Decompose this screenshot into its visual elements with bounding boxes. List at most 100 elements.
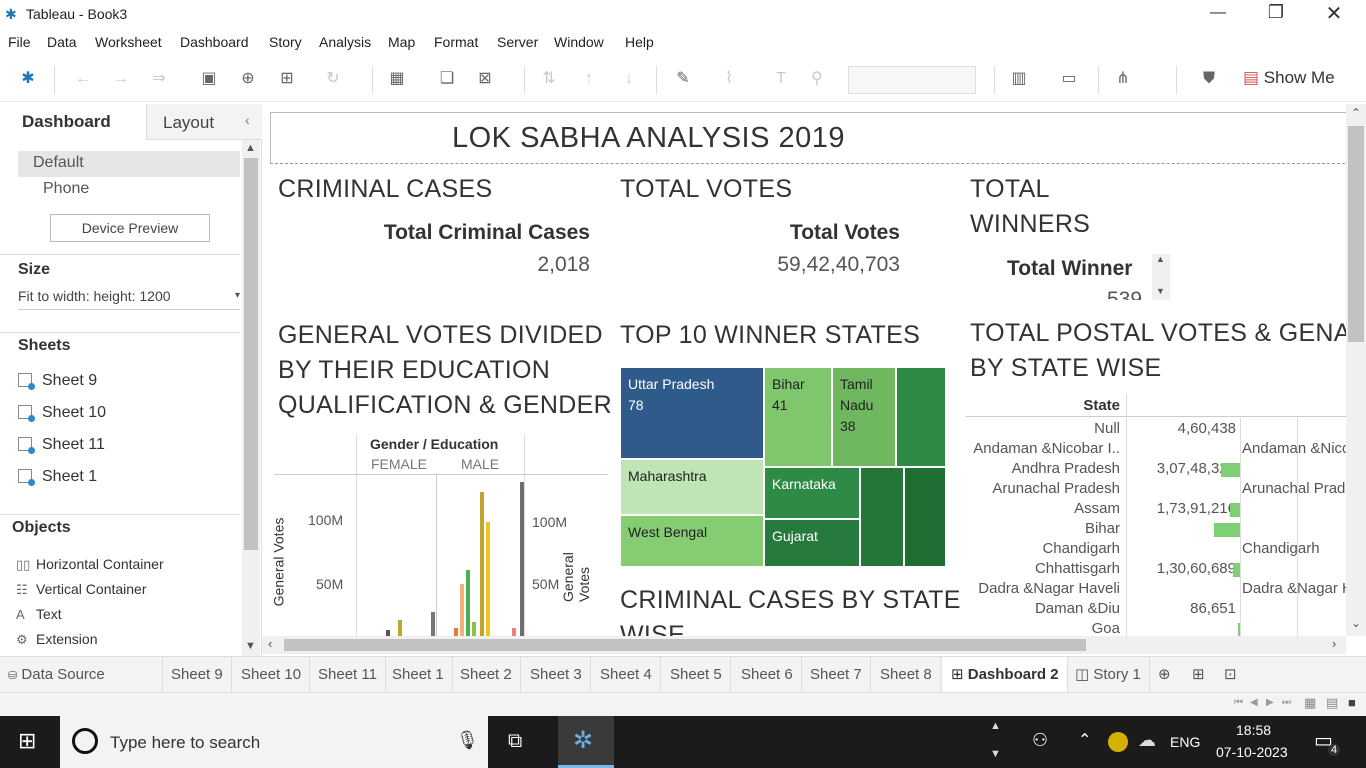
scroll-down-icon[interactable]: ▼ <box>245 640 256 652</box>
postal-bar[interactable] <box>1221 463 1240 477</box>
tab-sheet-5[interactable]: Sheet 5 <box>662 657 731 693</box>
table-row[interactable]: Null 4,60,438 <box>966 420 1346 440</box>
scroll-down-icon[interactable]: ▼ <box>1156 286 1165 296</box>
bar[interactable] <box>454 628 458 636</box>
scroll-up-icon[interactable]: ▲ <box>1156 254 1165 264</box>
menu-server[interactable]: Server <box>497 34 538 50</box>
treemap-cell[interactable] <box>896 367 946 467</box>
clock-date[interactable]: 07-10-2023 <box>1216 744 1288 760</box>
scroll-down-icon[interactable]: ⌄ <box>1351 616 1361 630</box>
treemap-cell-uttar-pradesh[interactable]: Uttar Pradesh 78 <box>620 367 764 459</box>
tab-sheet-2[interactable]: Sheet 2 <box>452 657 521 693</box>
labels-icon[interactable]: T <box>770 68 792 90</box>
save-icon[interactable]: ▣ <box>198 68 220 90</box>
new-story-icon[interactable]: ⊡ <box>1224 665 1237 683</box>
format-paint-icon[interactable]: ⛊ <box>1198 68 1220 90</box>
scroll-up-icon[interactable]: ⌃ <box>1351 106 1361 120</box>
next-sheet-icon[interactable]: ▶ <box>1266 697 1274 708</box>
restore-button[interactable]: ❐ <box>1262 2 1290 26</box>
size-select[interactable]: Fit to width: height: 1200 ▾ <box>18 288 240 310</box>
object-extension[interactable]: ⚙ Extension <box>16 631 97 648</box>
tab-sheet-4[interactable]: Sheet 4 <box>592 657 661 693</box>
replay-icon[interactable]: ⇒ <box>148 68 170 90</box>
tab-sheet-9[interactable]: Sheet 9 <box>163 657 232 693</box>
sort-ascending-icon[interactable]: ↑ <box>578 68 600 90</box>
taskbar-tableau-app[interactable]: ✲ <box>558 716 614 768</box>
redo-icon[interactable]: → <box>110 68 132 90</box>
tab-data-source[interactable]: ⛁ Data Source <box>0 657 163 693</box>
table-row[interactable]: Daman &Diu 86,651 <box>966 600 1346 620</box>
onedrive-icon[interactable]: ☁ <box>1138 730 1156 751</box>
clear-sheet-icon[interactable]: ⊠ <box>474 68 496 90</box>
treemap-cell-tamil-nadu[interactable]: Tamil Nadu 38 <box>832 367 896 467</box>
table-row[interactable]: Chhattisgarh 1,30,60,689 <box>966 560 1346 580</box>
refresh-icon[interactable]: ↻ <box>322 68 344 90</box>
tab-story-1[interactable]: ◫ Story 1 <box>1067 657 1150 693</box>
tab-sheet-1[interactable]: Sheet 1 <box>384 657 453 693</box>
scroll-left-icon[interactable]: ‹ <box>268 636 272 651</box>
close-button[interactable]: ✕ <box>1320 1 1348 27</box>
tab-dashboard[interactable]: Dashboard <box>0 104 146 140</box>
bar[interactable] <box>466 570 470 636</box>
show-tabs-icon[interactable]: ▤ <box>1326 695 1338 711</box>
menu-dashboard[interactable]: Dashboard <box>180 34 249 50</box>
sheet-sorter-icon[interactable]: ■ <box>1348 695 1356 710</box>
show-cards-icon[interactable]: ▥ <box>1008 68 1030 90</box>
treemap-cell-gujarat[interactable]: Gujarat <box>764 519 860 567</box>
sheet-item[interactable]: Sheet 11 <box>18 436 105 454</box>
duplicate-icon[interactable]: ❏ <box>436 68 458 90</box>
new-worksheet-icon[interactable]: ⊕ <box>1158 665 1171 683</box>
fix-axes-icon[interactable]: ⚲ <box>806 68 828 90</box>
first-sheet-icon[interactable]: ⏮ <box>1234 697 1243 708</box>
tab-sheet-10[interactable]: Sheet 10 <box>233 657 311 693</box>
menu-format[interactable]: Format <box>434 34 478 50</box>
tray-app-icon[interactable] <box>1108 732 1128 752</box>
object-vertical-container[interactable]: ☷ Vertical Container <box>16 581 147 598</box>
menu-data[interactable]: Data <box>47 34 77 50</box>
menu-file[interactable]: File <box>8 34 31 50</box>
table-row[interactable]: Goa <box>966 620 1346 636</box>
horizontal-scrollbar[interactable]: ‹ › <box>262 636 1346 654</box>
last-sheet-icon[interactable]: ⏭ <box>1282 697 1291 708</box>
sheet-item[interactable]: Sheet 1 <box>18 468 97 486</box>
people-icon[interactable]: ⚇ <box>1032 730 1048 751</box>
pause-updates-icon[interactable]: ⊞ <box>276 68 298 90</box>
winners-scrollbar[interactable]: ▲ ▼ <box>1152 254 1170 300</box>
device-default[interactable]: Default <box>18 151 240 177</box>
postal-bar[interactable] <box>1214 523 1240 537</box>
tab-layout[interactable]: Layout ‹ <box>146 104 262 140</box>
taskbar-scroll-up-icon[interactable]: ▲ <box>990 720 1001 732</box>
menu-analysis[interactable]: Analysis <box>319 34 371 50</box>
minimize-button[interactable]: — <box>1204 4 1232 26</box>
fit-dropdown[interactable] <box>848 66 976 94</box>
sheet-item[interactable]: Sheet 9 <box>18 372 97 390</box>
table-row[interactable]: Assam 1,73,91,216 <box>966 500 1346 520</box>
table-row[interactable]: Andhra Pradesh 3,07,48,327 <box>966 460 1346 480</box>
show-filmstrip-icon[interactable]: ▦ <box>1304 695 1316 711</box>
table-row[interactable]: Chandigarh Chandigarh <box>966 540 1346 560</box>
menu-map[interactable]: Map <box>388 34 415 50</box>
bar[interactable] <box>486 522 490 636</box>
tableau-home-icon[interactable]: ✱ <box>17 68 39 90</box>
sort-descending-icon[interactable]: ↓ <box>618 68 640 90</box>
tab-sheet-7[interactable]: Sheet 7 <box>802 657 871 693</box>
tab-sheet-6[interactable]: Sheet 6 <box>733 657 802 693</box>
bar[interactable] <box>520 482 524 636</box>
treemap-cell-karnataka[interactable]: Karnataka <box>764 467 860 519</box>
device-phone[interactable]: Phone <box>43 180 89 198</box>
group-icon[interactable]: ⌇ <box>718 68 740 90</box>
postal-bar[interactable] <box>1238 623 1240 636</box>
menu-window[interactable]: Window <box>554 34 604 50</box>
prev-sheet-icon[interactable]: ◀ <box>1250 697 1258 708</box>
treemap-cell-bihar[interactable]: Bihar 41 <box>764 367 832 467</box>
table-row[interactable]: Arunachal Pradesh Arunachal Pradesh <box>966 480 1346 500</box>
language-indicator[interactable]: ENG <box>1170 734 1200 750</box>
tab-sheet-3[interactable]: Sheet 3 <box>522 657 591 693</box>
scroll-thumb[interactable] <box>284 639 1086 651</box>
undo-icon[interactable]: ← <box>72 68 94 90</box>
bar[interactable] <box>431 612 435 636</box>
collapse-icon[interactable]: ‹ <box>245 112 250 128</box>
highlight-icon[interactable]: ✎ <box>672 68 694 90</box>
table-row[interactable]: Andaman &Nicobar I.. Andaman &Nicobar <box>966 440 1346 460</box>
table-row[interactable]: Dadra &Nagar Haveli Dadra &Nagar Haveli <box>966 580 1346 600</box>
